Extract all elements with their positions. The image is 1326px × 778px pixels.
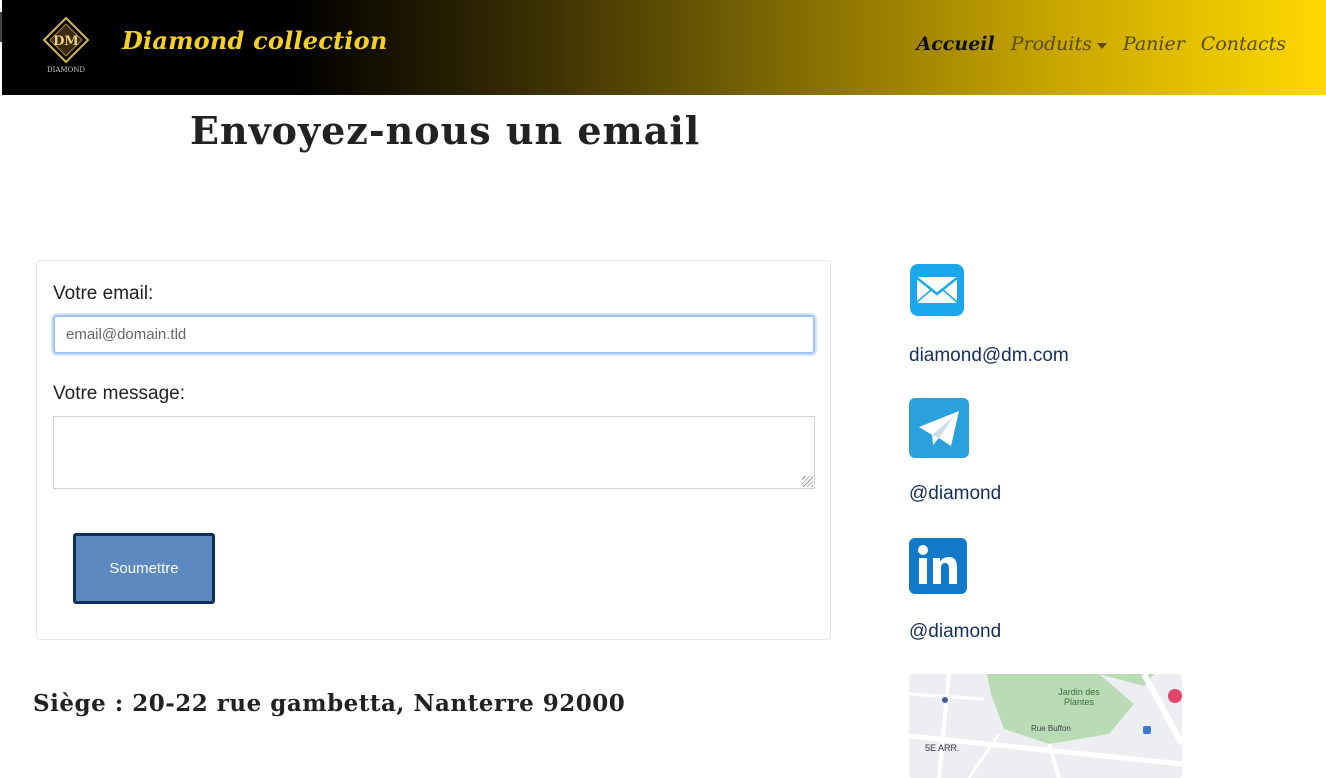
- email-form-card: Votre email: Votre message: Soumettre: [36, 260, 831, 640]
- submit-button[interactable]: Soumettre: [73, 533, 215, 604]
- nav-link-panier[interactable]: Panier: [1123, 33, 1185, 55]
- envelope-icon[interactable]: [909, 264, 965, 316]
- email-label: Votre email:: [53, 283, 154, 304]
- headquarters-address: Siège : 20-22 rue gambetta, Nanterre 920…: [33, 690, 626, 717]
- page-title: Envoyez-nous un email: [190, 108, 701, 153]
- contact-linkedin-text[interactable]: @diamond: [909, 621, 1001, 643]
- caret-down-icon: [1096, 42, 1107, 49]
- nav-link-produits-label: Produits: [1010, 33, 1092, 55]
- nav-links: Accueil Produits Panier Contacts: [917, 33, 1287, 55]
- telegram-icon[interactable]: [909, 398, 969, 458]
- map-label-arr: 5E ARR.: [925, 743, 960, 753]
- nav-link-accueil[interactable]: Accueil: [917, 33, 995, 55]
- map-label-jardin: Jardin des Plantes: [1058, 687, 1100, 707]
- svg-text:DIAMOND: DIAMOND: [47, 66, 85, 74]
- message-textarea[interactable]: [53, 416, 815, 489]
- location-map[interactable]: Jardin des Plantes Rue Buffon 5E ARR.: [909, 674, 1182, 778]
- nav-link-produits[interactable]: Produits: [1011, 33, 1107, 55]
- linkedin-icon[interactable]: [909, 538, 967, 594]
- map-label-rue-buffon: Rue Buffon: [1031, 724, 1071, 733]
- message-label: Votre message:: [53, 383, 186, 404]
- navbar: DM DIAMOND Diamond collection Accueil Pr…: [2, 0, 1326, 95]
- textarea-resize-handle[interactable]: [802, 476, 813, 487]
- svg-text:DM: DM: [53, 34, 79, 49]
- email-input[interactable]: [53, 315, 815, 354]
- diamond-logo-icon[interactable]: DM DIAMOND: [38, 14, 94, 76]
- brand-title[interactable]: Diamond collection: [122, 26, 387, 55]
- contact-email-text[interactable]: diamond@dm.com: [909, 345, 1069, 367]
- contact-telegram-text[interactable]: @diamond: [909, 483, 1001, 505]
- nav-link-contacts[interactable]: Contacts: [1201, 33, 1286, 55]
